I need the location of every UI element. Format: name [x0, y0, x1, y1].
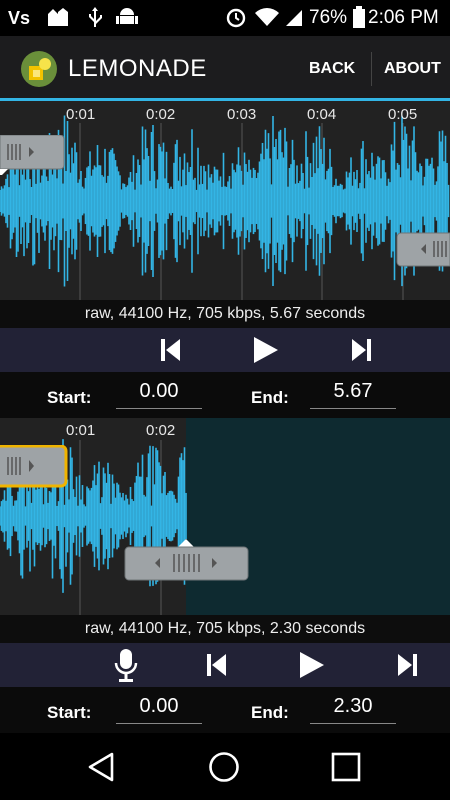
play-icon[interactable]	[298, 651, 326, 679]
tick-label: 0:05	[388, 106, 418, 123]
alarm-icon	[226, 8, 246, 28]
start-marker-handle[interactable]	[0, 445, 70, 491]
audio-info: raw, 44100 Hz, 705 kbps, 2.30 seconds	[0, 615, 450, 643]
skip-to-end-icon[interactable]	[396, 653, 418, 677]
android-debug-icon	[116, 8, 138, 24]
tick-label: 0:02	[146, 422, 176, 439]
notification-icon	[48, 8, 68, 26]
tick-label: 0:01	[66, 422, 96, 439]
play-icon[interactable]	[252, 336, 280, 364]
recording-controls	[0, 643, 450, 687]
divider	[371, 52, 372, 86]
app-bar: LEMONADE BACK ABOUT	[0, 36, 450, 101]
skip-to-start-icon[interactable]	[206, 653, 228, 677]
wifi-icon	[255, 8, 279, 26]
back-nav-icon[interactable]	[86, 751, 118, 783]
usb-icon	[89, 7, 102, 27]
start-label: Start:	[47, 388, 92, 407]
start-label: Start:	[47, 703, 92, 722]
tick-label: 0:01	[66, 106, 96, 123]
waveform-graph	[0, 115, 450, 328]
microphone-icon[interactable]	[114, 648, 138, 684]
tick-label: 0:03	[227, 106, 257, 123]
end-marker-handle[interactable]	[124, 537, 250, 583]
about-button[interactable]: ABOUT	[384, 60, 441, 78]
signal-icon	[286, 10, 302, 26]
navigation-bar	[0, 733, 450, 800]
waveform-bottom[interactable]: 0:01 0:02	[0, 418, 450, 615]
end-field[interactable]: 5.67	[310, 380, 396, 409]
battery-percent: 76%	[309, 7, 348, 28]
battery-icon	[353, 6, 365, 28]
end-marker-handle[interactable]	[396, 231, 450, 269]
trim-fields: Start: 0.00 End: 2.30	[0, 687, 450, 733]
waveform-top[interactable]: 0:01 0:02 0:03 0:04 0:05	[0, 101, 450, 328]
start-field[interactable]: 0.00	[116, 695, 202, 724]
home-icon[interactable]	[208, 751, 240, 783]
skip-to-start-icon[interactable]	[160, 338, 182, 362]
status-bar: Vs 76% 2:06 PM	[0, 0, 450, 36]
audio-info: raw, 44100 Hz, 705 kbps, 5.67 seconds	[0, 300, 450, 328]
tick-label: 0:02	[146, 106, 176, 123]
end-field[interactable]: 2.30	[310, 695, 396, 724]
app-logo[interactable]	[20, 50, 58, 88]
tick-label: 0:04	[307, 106, 337, 123]
skip-to-end-icon[interactable]	[350, 338, 372, 362]
recents-icon[interactable]	[331, 752, 361, 782]
clock: 2:06 PM	[368, 7, 439, 28]
start-field[interactable]: 0.00	[116, 380, 202, 409]
vs-icon: Vs	[8, 8, 30, 28]
svg-text:Vs: Vs	[8, 8, 30, 28]
end-label: End:	[251, 388, 289, 407]
app-title: LEMONADE	[68, 55, 207, 82]
back-button[interactable]: BACK	[309, 60, 355, 78]
trim-fields: Start: 0.00 End: 5.67	[0, 372, 450, 418]
start-marker-handle[interactable]	[0, 135, 66, 175]
playback-controls	[0, 328, 450, 372]
end-label: End:	[251, 703, 289, 722]
